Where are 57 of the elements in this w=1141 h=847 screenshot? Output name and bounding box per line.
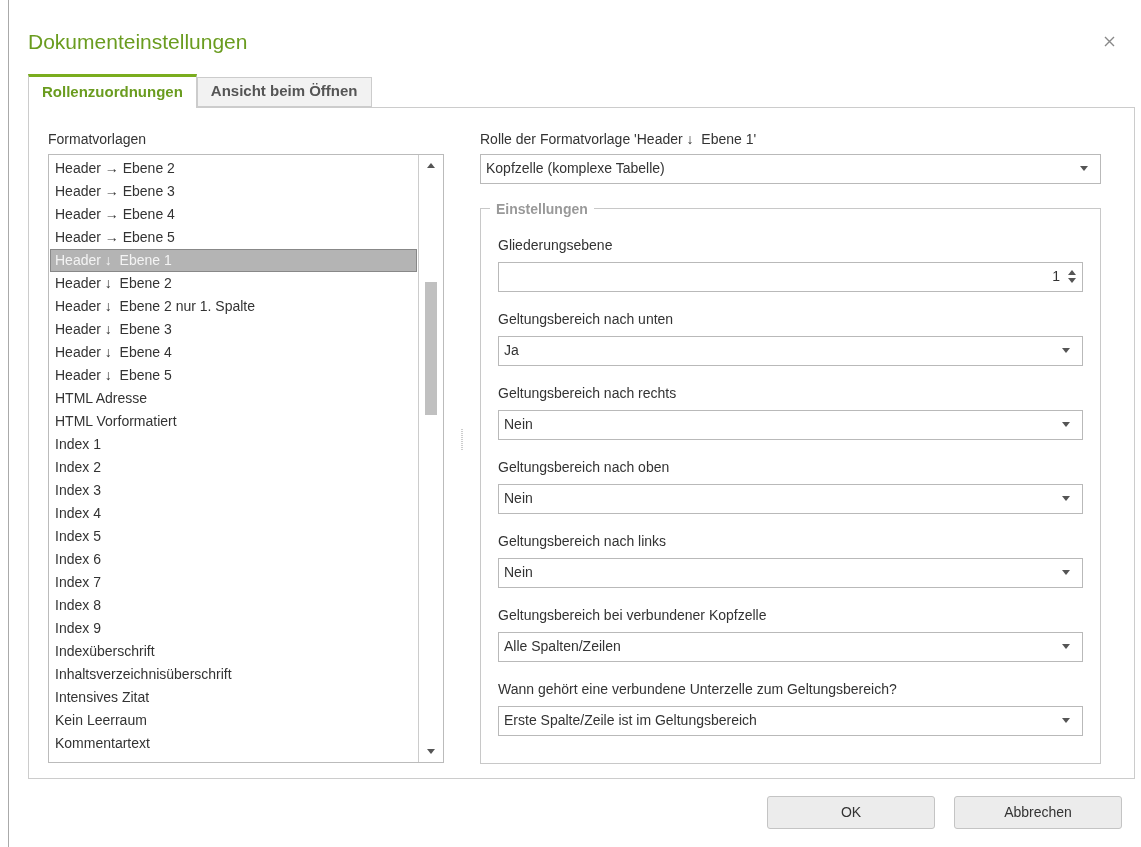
scrollbar-thumb[interactable]: [425, 281, 437, 415]
dialog-button[interactable]: Abbrechen: [954, 795, 1122, 829]
list-item[interactable]: Header ↓ Ebene 3: [50, 317, 417, 341]
dropdown-field[interactable]: Ja: [498, 335, 1083, 366]
caret-icon: [1062, 718, 1070, 723]
dialog-title: Dokumenteinstellungen: [28, 29, 248, 55]
list-item[interactable]: Index 9: [50, 616, 417, 640]
list-item[interactable]: Header → Ebene 3: [50, 179, 417, 203]
field-label: Geltungsbereich nach oben: [498, 457, 671, 477]
list-item[interactable]: Index 2: [50, 455, 417, 479]
dropdown-field[interactable]: Alle Spalten/Zeilen: [498, 631, 1083, 662]
dropdown-field[interactable]: Erste Spalte/Zeile ist im Geltungsbereich: [498, 705, 1083, 736]
list-item[interactable]: Intensives Zitat: [50, 685, 417, 709]
caret-icon: [1062, 348, 1070, 353]
list-item[interactable]: Header → Ebene 4: [50, 202, 417, 226]
field-label: Wann gehört eine verbundene Unterzelle zum Geltungsbereich?: [498, 679, 898, 699]
caret-icon: [1062, 570, 1070, 575]
field-label: Geltungsbereich nach rechts: [498, 383, 678, 403]
dropdown-field[interactable]: Nein: [498, 557, 1083, 588]
list-item[interactable]: Indexüberschrift: [50, 639, 417, 663]
list-item[interactable]: HTML Vorformatiert: [50, 409, 417, 433]
dialog-button[interactable]: OK: [767, 795, 935, 829]
caret-icon: [427, 748, 435, 754]
role-label: Rolle der Formatvorlage 'Header ↓ Ebene 1': [480, 129, 758, 149]
caret-icon: [1062, 496, 1070, 501]
list-item[interactable]: Index 8: [50, 593, 417, 617]
caret-icon: [1062, 644, 1070, 649]
field-label: Gliederungsebene: [498, 235, 614, 255]
list-label: Formatvorlagen: [48, 129, 148, 149]
list-item[interactable]: Index 3: [50, 478, 417, 502]
list-item[interactable]: Header ↓ Ebene 2: [50, 271, 417, 295]
tab[interactable]: Ansicht beim Öffnen: [196, 76, 372, 107]
list-item[interactable]: Index 4: [50, 501, 417, 525]
list-item[interactable]: HTML Adresse: [50, 386, 417, 410]
caret-icon: [427, 162, 435, 168]
close-icon[interactable]: [1104, 36, 1115, 48]
list-item[interactable]: Index 7: [50, 570, 417, 594]
field-label: Geltungsbereich bei verbundener Kopfzelle: [498, 605, 768, 625]
role-dropdown[interactable]: Kopfzelle (komplexe Tabelle): [480, 153, 1101, 184]
list-item[interactable]: Index 1: [50, 432, 417, 456]
list-item[interactable]: Header ↓ Ebene 5: [50, 363, 417, 387]
list-item[interactable]: Header → Ebene 5: [50, 225, 417, 249]
list-item[interactable]: Index 6: [50, 547, 417, 571]
field-label: Geltungsbereich nach unten: [498, 309, 675, 329]
list-item[interactable]: Index 5: [50, 524, 417, 548]
list-item[interactable]: Kommentartext: [50, 731, 417, 755]
dropdown-field[interactable]: Nein: [498, 409, 1083, 440]
number-field[interactable]: 1: [498, 261, 1083, 292]
caret-icon: [1062, 422, 1070, 427]
list-item[interactable]: Header → Ebene 2: [50, 156, 417, 180]
dropdown-field[interactable]: Nein: [498, 483, 1083, 514]
list-item[interactable]: Header ↓ Ebene 4: [50, 340, 417, 364]
list-item[interactable]: Kein Leerraum: [50, 708, 417, 732]
list-item[interactable]: Inhaltsverzeichnisüberschrift: [50, 662, 417, 686]
caret-icon: [1080, 166, 1088, 171]
list-item[interactable]: Header ↓ Ebene 2 nur 1. Spalte: [50, 294, 417, 318]
field-label: Geltungsbereich nach links: [498, 531, 668, 551]
